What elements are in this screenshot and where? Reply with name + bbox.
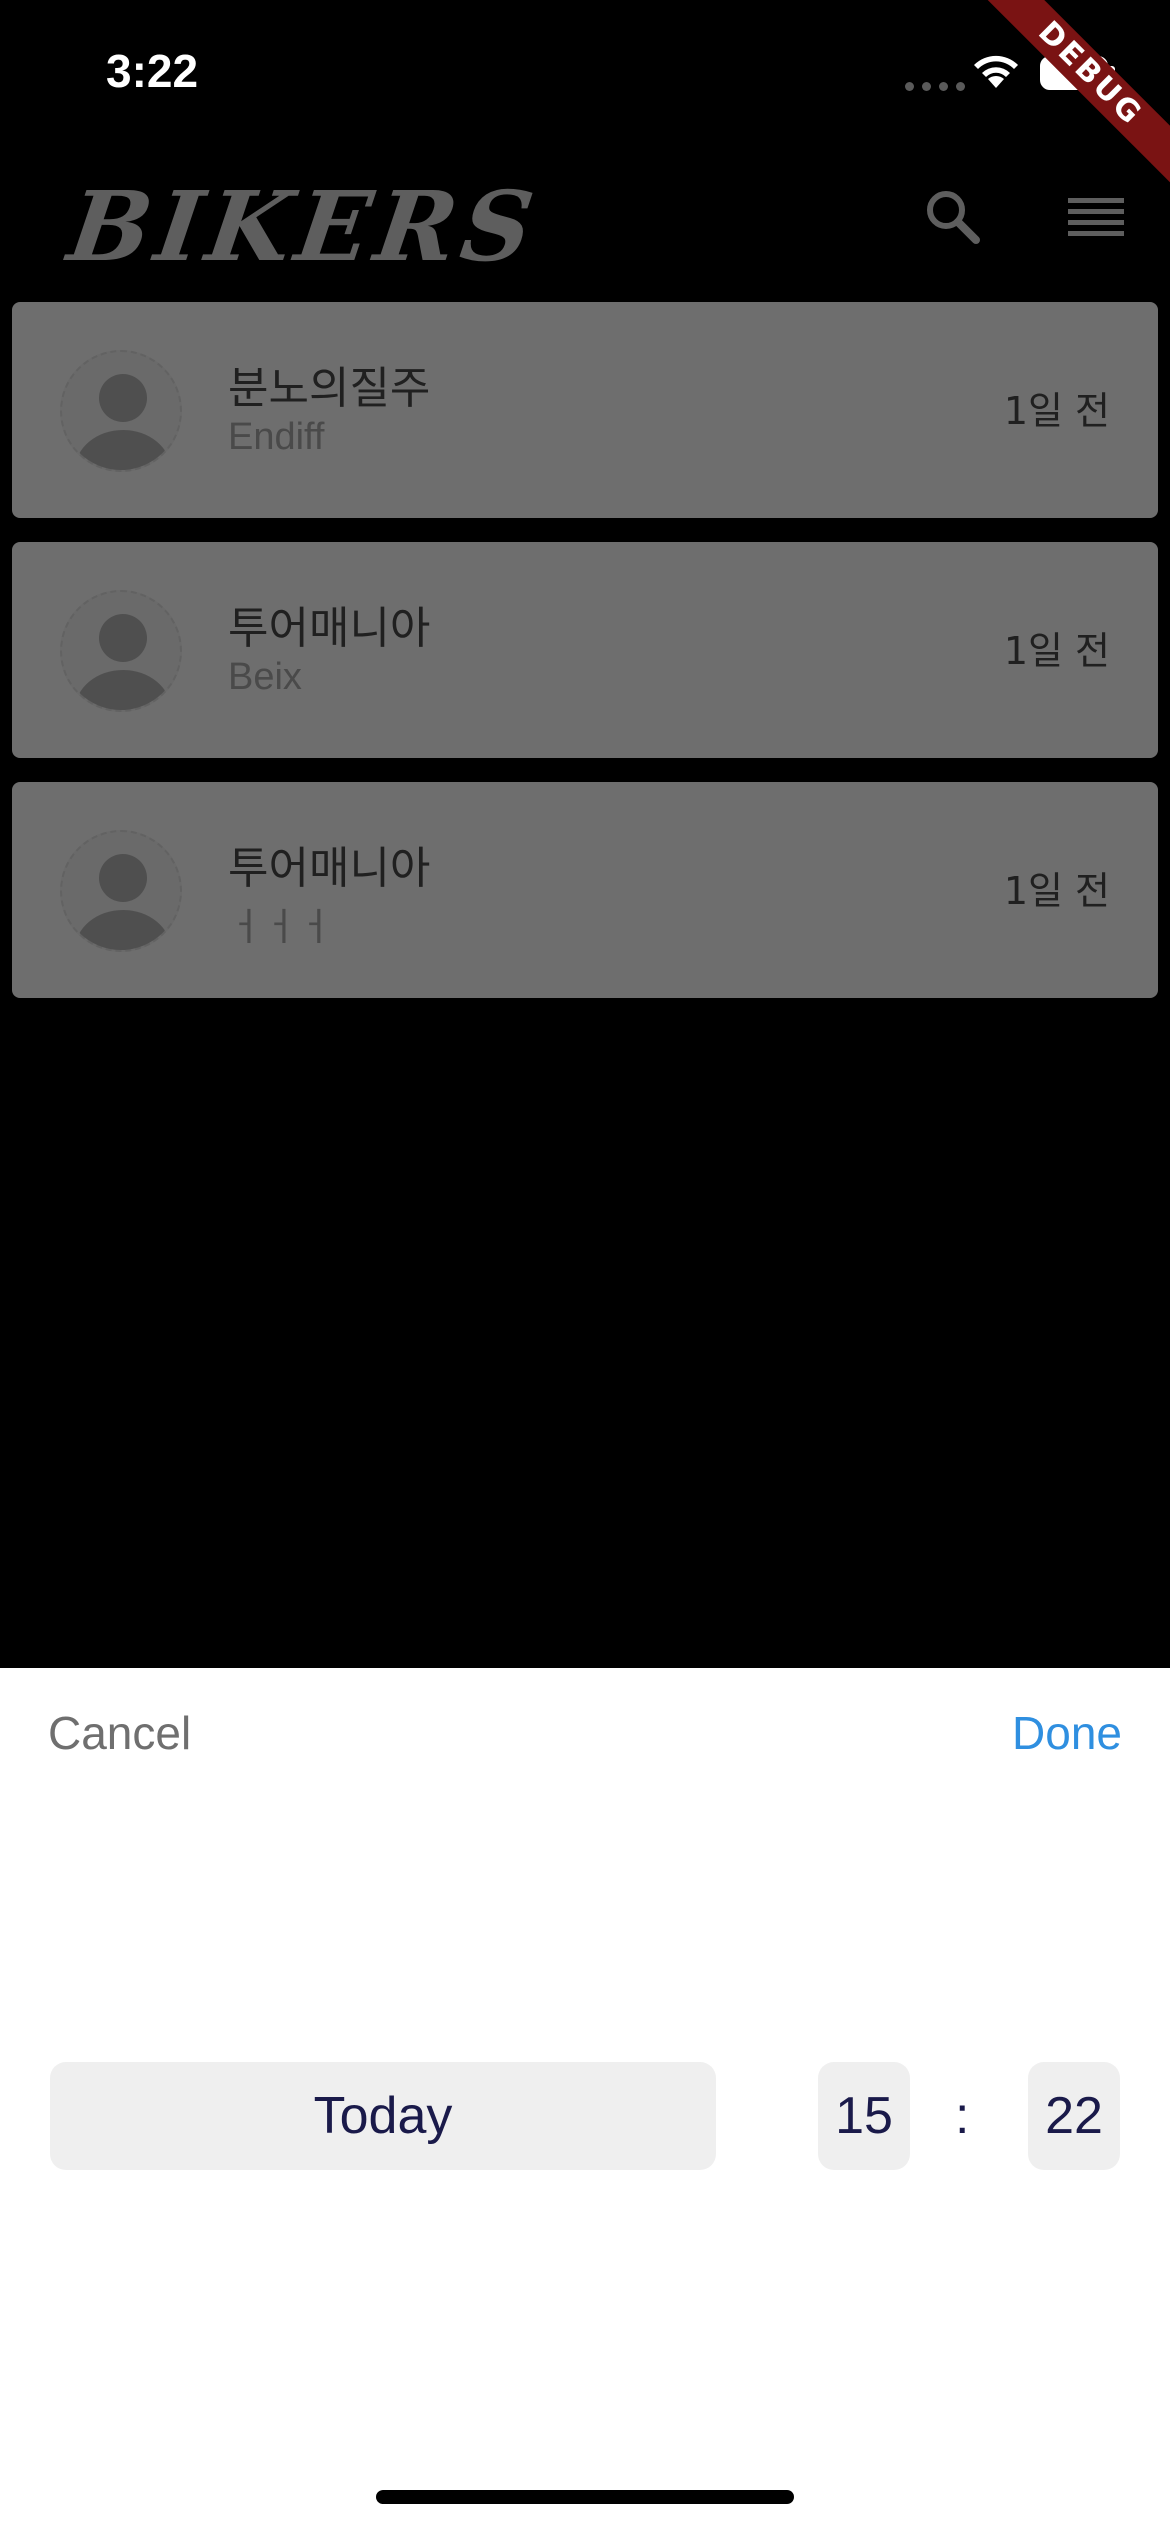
avatar-icon bbox=[60, 830, 182, 952]
minute-picker[interactable]: 22 bbox=[1028, 2062, 1120, 2170]
chat-item[interactable]: 분노의질주 Endiff 1일 전 bbox=[12, 302, 1158, 518]
chat-preview: Endiff bbox=[228, 416, 325, 458]
cancel-button[interactable]: Cancel bbox=[48, 1706, 191, 1760]
chat-preview: Beix bbox=[228, 656, 302, 698]
chat-time: 1일 전 bbox=[1003, 629, 1110, 673]
cellular-signal-icon bbox=[905, 82, 965, 91]
menu-icon[interactable] bbox=[1068, 196, 1124, 236]
chat-title: 분노의질주 bbox=[228, 363, 431, 414]
hour-picker[interactable]: 15 bbox=[818, 2062, 910, 2170]
chat-list: 분노의질주 Endiff 1일 전 투어매니아 Beix 1일 전 투어매니아 … bbox=[12, 302, 1158, 1022]
done-button[interactable]: Done bbox=[1012, 1706, 1122, 1760]
app-header: BIKERS bbox=[0, 150, 1170, 290]
search-icon[interactable] bbox=[922, 186, 982, 246]
wifi-icon bbox=[974, 55, 1018, 88]
chat-item[interactable]: 투어매니아 Beix 1일 전 bbox=[12, 542, 1158, 758]
chat-preview: ㅓㅓㅓ bbox=[228, 907, 333, 949]
time-picker-sheet: Cancel Done Today 15 : 22 bbox=[0, 1668, 1170, 2532]
chat-item[interactable]: 투어매니아 ㅓㅓㅓ 1일 전 bbox=[12, 782, 1158, 998]
today-button[interactable]: Today bbox=[50, 2062, 716, 2170]
chat-time: 1일 전 bbox=[1003, 389, 1110, 433]
chat-time: 1일 전 bbox=[1003, 869, 1110, 913]
status-time: 3:22 bbox=[106, 45, 199, 97]
home-indicator[interactable] bbox=[376, 2490, 794, 2504]
avatar-icon bbox=[60, 350, 182, 472]
time-separator: : bbox=[955, 2087, 970, 2145]
status-bar: 3:22 bbox=[0, 0, 1170, 140]
avatar-icon bbox=[60, 590, 182, 712]
chat-title: 투어매니아 bbox=[228, 843, 431, 894]
app-logo: BIKERS bbox=[62, 170, 546, 283]
chat-title: 투어매니아 bbox=[228, 603, 431, 654]
